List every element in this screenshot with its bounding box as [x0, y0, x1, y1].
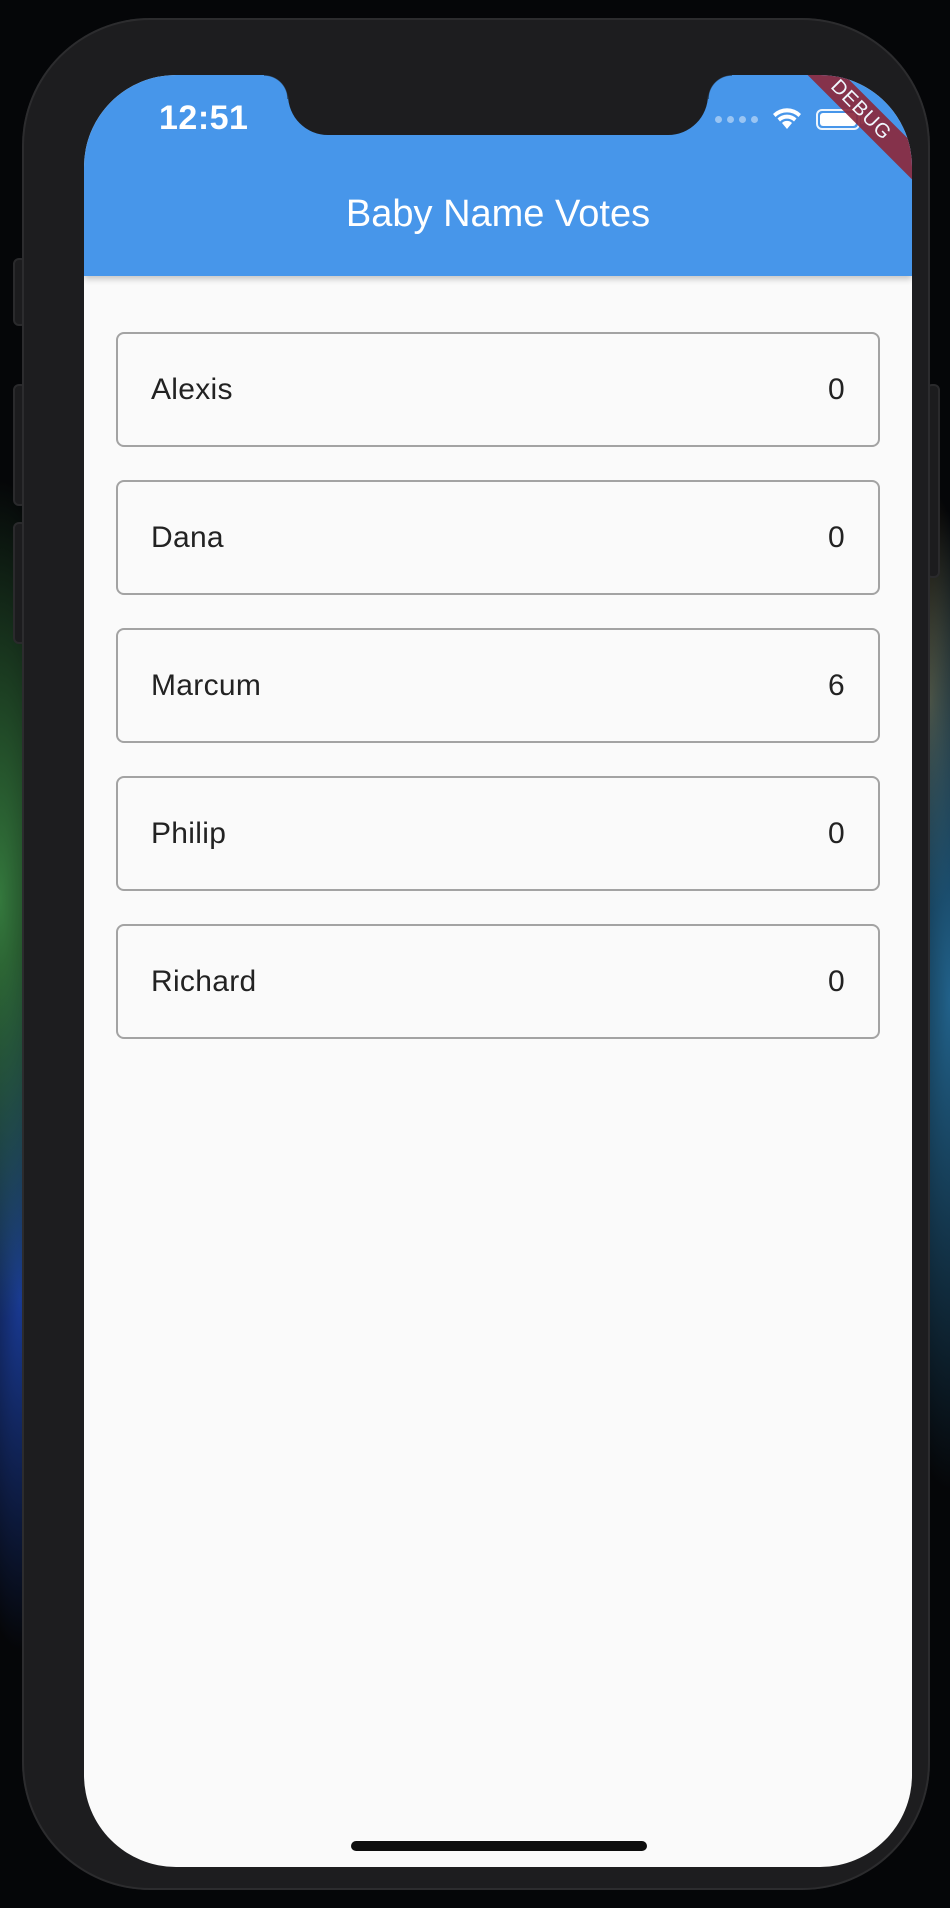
name-card-marcum[interactable]: Marcum 6 [116, 628, 880, 743]
status-icons [715, 107, 864, 131]
vote-count: 0 [828, 372, 845, 406]
screen: 12:51 DEBUG Baby Name Votes Alexis 0 Dan… [84, 75, 912, 1867]
status-time: 12:51 [159, 99, 249, 137]
cellular-signal-icon [715, 115, 758, 123]
name-list: Alexis 0 Dana 0 Marcum 6 Philip 0 Richar… [116, 332, 880, 1072]
name-card-philip[interactable]: Philip 0 [116, 776, 880, 891]
camera-notch [264, 75, 732, 135]
name-label: Marcum [151, 668, 262, 702]
name-label: Alexis [151, 372, 233, 406]
name-card-dana[interactable]: Dana 0 [116, 480, 880, 595]
wifi-icon [773, 108, 801, 129]
home-indicator[interactable] [351, 1841, 647, 1851]
name-card-alexis[interactable]: Alexis 0 [116, 332, 880, 447]
vote-count: 0 [828, 964, 845, 998]
page-title: Baby Name Votes [345, 193, 651, 235]
vote-count: 0 [828, 816, 845, 850]
name-label: Dana [151, 520, 224, 554]
vote-count: 6 [828, 668, 845, 702]
name-card-richard[interactable]: Richard 0 [116, 924, 880, 1039]
phone-frame: 12:51 DEBUG Baby Name Votes Alexis 0 Dan… [22, 18, 930, 1890]
vote-count: 0 [828, 520, 845, 554]
name-label: Philip [151, 816, 227, 850]
name-label: Richard [151, 964, 257, 998]
